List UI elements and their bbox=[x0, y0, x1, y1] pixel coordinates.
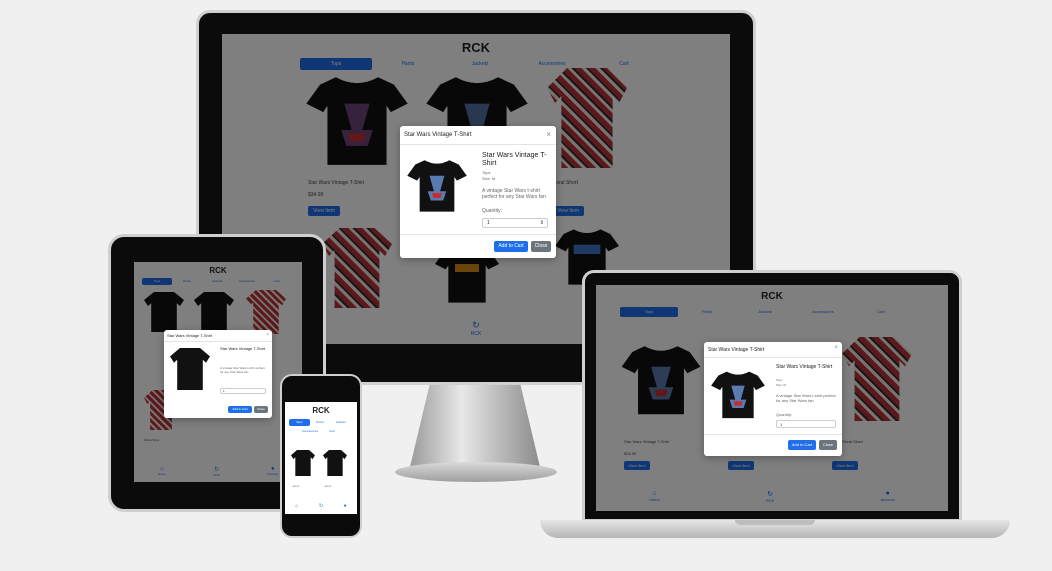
modal-category: Tops bbox=[776, 378, 783, 382]
chevron-down-icon: ⇕ bbox=[539, 220, 544, 226]
modal-product-image bbox=[710, 366, 766, 422]
close-icon[interactable]: × bbox=[834, 345, 838, 351]
home-icon: ⌂ bbox=[295, 503, 299, 509]
tablet-screen: RCK Tops Pants Jackets Accessories Cart … bbox=[134, 262, 302, 482]
product-modal: Star Wars Vintage T-Shirt × Star Wars Vi… bbox=[704, 342, 842, 456]
modal-product-name: Star Wars Vintage T-Shirt bbox=[220, 346, 266, 351]
laptop-screen: RCK Tops Pants Jackets Accessories Cart … bbox=[596, 285, 948, 511]
app-title: RCK bbox=[312, 406, 330, 415]
close-button[interactable]: Close bbox=[531, 241, 551, 252]
refresh-icon: ↻ bbox=[318, 503, 324, 509]
product-image[interactable] bbox=[323, 450, 347, 476]
modal-product-name: Star Wars Vintage T-Shirt bbox=[482, 152, 547, 167]
modal-divider bbox=[704, 357, 842, 358]
modal-size: Size: M bbox=[776, 383, 787, 387]
modal-divider bbox=[400, 234, 556, 235]
quantity-value: 1 bbox=[223, 389, 225, 393]
tab-tops[interactable]: Tops bbox=[289, 419, 310, 426]
close-icon[interactable]: × bbox=[546, 130, 551, 139]
modal-title: Star Wars Vintage T-Shirt bbox=[167, 333, 213, 338]
bottom-nav: ⌂ ↻ ● bbox=[285, 500, 357, 512]
tab-cart[interactable]: Cart bbox=[321, 428, 343, 435]
modal-description: A vintage Star Wars t-shirt perfect for … bbox=[482, 188, 546, 200]
add-to-cart-button[interactable]: Add to Cart bbox=[228, 406, 252, 413]
modal-description: A vintage Star Wars t-shirt perfect for … bbox=[220, 366, 265, 374]
quantity-label: Quantity: bbox=[482, 208, 503, 214]
close-button[interactable]: Close bbox=[254, 406, 268, 413]
quantity-value: 1 bbox=[780, 422, 783, 427]
close-icon[interactable]: × bbox=[266, 332, 269, 338]
nav-rck[interactable]: ↻ bbox=[319, 503, 323, 509]
user-icon: ● bbox=[343, 503, 347, 509]
quantity-value: 1 bbox=[487, 220, 490, 226]
phone-screen: RCK Tops Pants Jackets Accessories Cart … bbox=[285, 402, 357, 514]
modal-divider bbox=[400, 144, 556, 145]
add-to-cart-button[interactable]: Add to Cart bbox=[494, 241, 528, 252]
laptop-notch bbox=[735, 520, 815, 525]
modal-description: A vintage Star Wars t-shirt perfect for … bbox=[776, 393, 836, 403]
modal-divider bbox=[704, 434, 842, 435]
modal-product-name: Star Wars Vintage T-Shirt bbox=[776, 364, 833, 370]
quantity-select[interactable]: 1 ⇕ bbox=[482, 218, 548, 228]
tab-accessories[interactable]: Accessories bbox=[299, 428, 321, 435]
add-to-cart-button[interactable]: Add to Cart bbox=[788, 440, 816, 450]
product-modal: Star Wars Vintage T-Shirt × Star Wars Vi… bbox=[164, 330, 272, 418]
product-modal: Star Wars Vintage T-Shirt × Star Wars Vi… bbox=[400, 126, 556, 258]
tab-jackets[interactable]: Jackets bbox=[330, 419, 351, 426]
product-price: $34.99 bbox=[293, 486, 300, 488]
modal-size: Size: M bbox=[482, 176, 496, 181]
modal-title: Star Wars Vintage T-Shirt bbox=[708, 347, 765, 353]
modal-product-image bbox=[406, 154, 468, 216]
nav-home[interactable]: ⌂ bbox=[295, 503, 298, 509]
quantity-select[interactable]: 1 bbox=[776, 420, 836, 428]
monitor-stand bbox=[410, 385, 540, 467]
modal-category: Tops bbox=[482, 170, 491, 175]
nav-account[interactable]: ● bbox=[344, 503, 347, 509]
modal-divider bbox=[164, 341, 272, 342]
product-image[interactable] bbox=[291, 450, 315, 476]
product-price: $34.99 bbox=[325, 486, 332, 488]
modal-title: Star Wars Vintage T-Shirt bbox=[404, 132, 472, 138]
quantity-label: Quantity: bbox=[776, 412, 793, 417]
close-button[interactable]: Close bbox=[819, 440, 837, 450]
category-tabs: Tops Pants Jackets bbox=[289, 419, 351, 426]
modal-product-image bbox=[170, 348, 210, 390]
category-tabs-row-2: Accessories Cart bbox=[299, 428, 343, 435]
monitor-base bbox=[395, 462, 557, 482]
quantity-select[interactable]: 1 bbox=[220, 388, 266, 394]
tab-pants[interactable]: Pants bbox=[310, 419, 331, 426]
